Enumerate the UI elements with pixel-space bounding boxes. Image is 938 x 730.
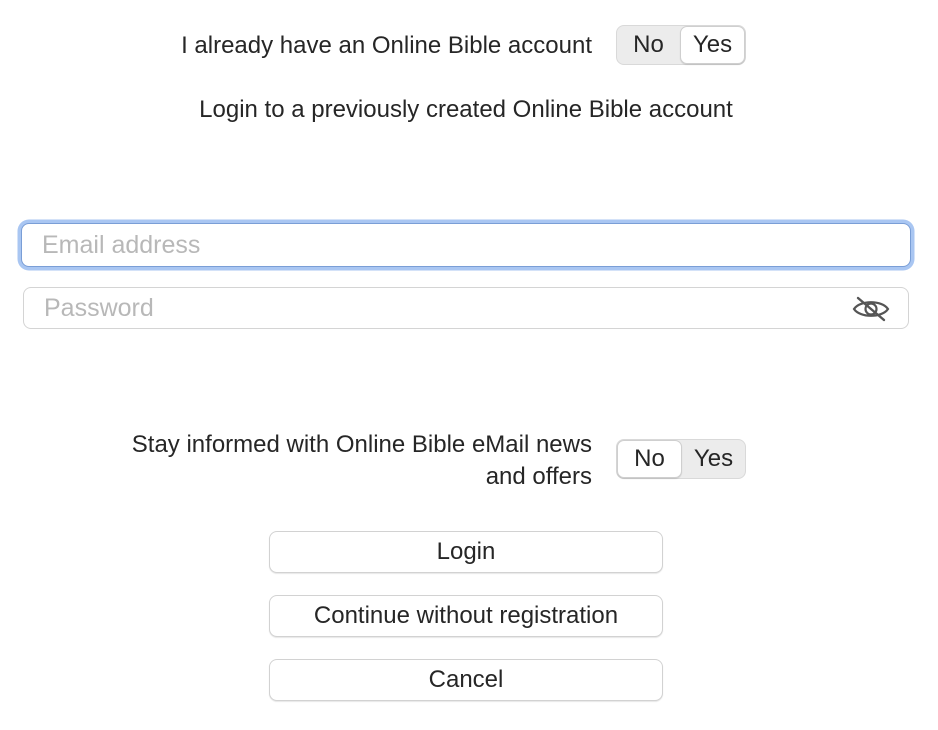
newsletter-toggle-no[interactable]: No <box>617 440 682 478</box>
password-input[interactable] <box>24 288 908 328</box>
account-question-label: I already have an Online Bible account <box>181 32 592 59</box>
continue-without-registration-button[interactable]: Continue without registration <box>269 595 663 637</box>
account-toggle-yes[interactable]: Yes <box>680 26 745 64</box>
account-toggle-no[interactable]: No <box>617 26 680 64</box>
password-field[interactable] <box>23 287 909 329</box>
login-button[interactable]: Login <box>269 531 663 573</box>
account-toggle[interactable]: No Yes <box>616 25 746 65</box>
email-field[interactable] <box>21 223 911 267</box>
newsletter-label-line1: Stay informed with Online Bible eMail ne… <box>131 431 592 458</box>
eye-slash-icon[interactable] <box>852 295 890 323</box>
email-input[interactable] <box>22 224 910 266</box>
login-subtitle: Login to a previously created Online Bib… <box>199 96 733 123</box>
newsletter-toggle[interactable]: No Yes <box>616 439 746 479</box>
newsletter-label-line2: and offers <box>485 463 592 490</box>
newsletter-toggle-yes[interactable]: Yes <box>682 440 745 478</box>
cancel-button[interactable]: Cancel <box>269 659 663 701</box>
